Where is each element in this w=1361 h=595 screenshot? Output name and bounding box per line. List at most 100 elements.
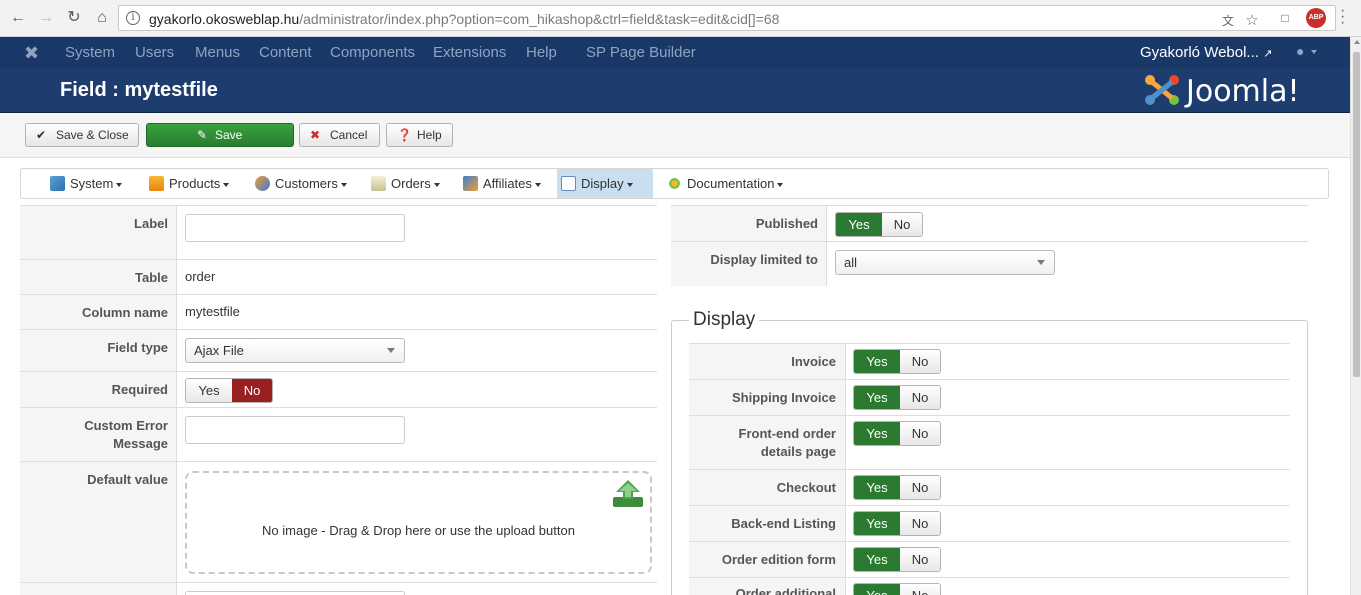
translate-icon[interactable]: 文 (1219, 12, 1237, 30)
joomla-icon[interactable]: ✖ (24, 43, 39, 64)
row-required: Required Yes No (20, 372, 657, 408)
order-additional-no[interactable]: No (900, 584, 940, 595)
file-dropzone[interactable]: No image - Drag & Drop here or use the u… (185, 471, 652, 574)
user-icon[interactable]: ● (1296, 43, 1318, 59)
display-icon (561, 176, 576, 191)
hk-menu-documentation-label: Documentation (687, 176, 775, 191)
order-edition-form-no[interactable]: No (900, 548, 940, 571)
checkout-yes[interactable]: Yes (854, 476, 900, 499)
invoice-toggle[interactable]: Yes No (853, 349, 941, 374)
published-no[interactable]: No (882, 213, 922, 236)
hk-menu-products[interactable]: Products (145, 169, 230, 198)
info-icon[interactable]: i (126, 11, 140, 25)
field-type-value: Ajax File (194, 343, 244, 358)
published-yes[interactable]: Yes (836, 213, 882, 236)
customers-icon (255, 176, 270, 191)
affiliates-icon (463, 176, 478, 191)
row-table: Table order (20, 260, 657, 295)
browser-menu-icon[interactable]: · · · (1340, 3, 1345, 31)
hk-menu-customers-label: Customers (275, 176, 338, 191)
shipping-invoice-yes[interactable]: Yes (854, 386, 900, 409)
nav-content[interactable]: Content (259, 44, 312, 61)
frontend-order-toggle[interactable]: Yes No (853, 421, 941, 446)
scroll-thumb[interactable] (1353, 52, 1360, 377)
hk-menu-affiliates-label: Affiliates (483, 176, 532, 191)
star-icon[interactable]: ☆ (1243, 12, 1261, 30)
hk-menu-system[interactable]: System (46, 169, 123, 198)
hk-menu-documentation[interactable]: Documentation (663, 169, 784, 198)
back-icon[interactable]: ← (8, 8, 28, 28)
invoice-yes[interactable]: Yes (854, 350, 900, 373)
custom-error-input[interactable] (185, 416, 405, 444)
required-no[interactable]: No (232, 379, 272, 402)
column-name-value: mytestfile (185, 304, 240, 319)
scroll-up-icon[interactable] (1354, 40, 1360, 44)
checkout-toggle[interactable]: Yes No (853, 475, 941, 500)
column-name-label: Column name (20, 295, 177, 329)
upload-icon[interactable] (612, 479, 644, 509)
frontend-order-yes[interactable]: Yes (854, 422, 900, 445)
adblock-icon[interactable]: ABP (1306, 8, 1326, 28)
display-limited-select[interactable]: all (835, 250, 1055, 275)
checkout-label: Checkout (689, 470, 846, 505)
backend-listing-toggle[interactable]: Yes No (853, 511, 941, 536)
external-link-icon: ↗ (1263, 48, 1273, 60)
required-toggle[interactable]: Yes No (185, 378, 273, 403)
page-scrollbar[interactable] (1350, 37, 1361, 595)
row-label: Label (20, 206, 657, 260)
hk-menu-orders[interactable]: Orders (367, 169, 440, 198)
joomla-logo-icon (1145, 75, 1179, 105)
backend-listing-yes[interactable]: Yes (854, 512, 900, 535)
order-edition-form-toggle[interactable]: Yes No (853, 547, 941, 572)
nav-menus[interactable]: Menus (195, 44, 240, 61)
nav-users[interactable]: Users (135, 44, 174, 61)
reload-icon[interactable]: ↻ (64, 8, 84, 28)
nav-components[interactable]: Components (330, 44, 415, 61)
pdf-extension-icon[interactable]: □ (1276, 9, 1294, 27)
checkout-no[interactable]: No (900, 476, 940, 499)
required-yes[interactable]: Yes (186, 379, 232, 402)
invoice-no[interactable]: No (900, 350, 940, 373)
hk-menu-customers[interactable]: Customers (251, 169, 347, 198)
question-icon: ❓ (397, 128, 412, 142)
nav-extensions[interactable]: Extensions (433, 44, 506, 61)
nav-sp-page-builder[interactable]: SP Page Builder (586, 44, 696, 61)
published-toggle[interactable]: Yes No (835, 212, 923, 237)
hk-menu-affiliates[interactable]: Affiliates (459, 169, 541, 198)
required-label: Required (20, 372, 177, 407)
table-value: order (185, 269, 216, 284)
hikashop-menu: System Products Customers Orders Affilia… (20, 168, 1329, 199)
display-limited-value: all (844, 255, 858, 270)
address-bar[interactable]: i gyakorlo.okosweblap.hu/administrator/i… (118, 5, 1336, 31)
forward-icon[interactable]: → (36, 8, 56, 28)
nav-help[interactable]: Help (526, 44, 557, 61)
backend-listing-no[interactable]: No (900, 512, 940, 535)
order-additional-yes[interactable]: Yes (854, 584, 900, 595)
save-button[interactable]: ✎ Save (146, 123, 294, 147)
nav-system[interactable]: System (65, 44, 115, 61)
hk-menu-display[interactable]: Display (557, 169, 653, 198)
products-icon (149, 176, 164, 191)
chevron-down-icon (387, 348, 395, 353)
row-backend-listing: Back-end Listing Yes No (689, 506, 1290, 542)
field-type-select[interactable]: Ajax File (185, 338, 405, 363)
order-edition-form-yes[interactable]: Yes (854, 548, 900, 571)
label-input[interactable] (185, 214, 405, 242)
frontend-order-label-line1: Front-end order (738, 426, 837, 441)
site-link[interactable]: Gyakorló Webol... ↗ (1140, 44, 1272, 61)
hk-menu-products-label: Products (169, 176, 221, 191)
next-row-input[interactable] (185, 591, 405, 595)
cancel-icon: ✖ (310, 128, 321, 142)
home-icon[interactable]: ⌂ (92, 8, 112, 28)
label-label: Label (20, 206, 177, 259)
help-label: Help (417, 128, 442, 142)
frontend-order-label: Front-end order details page (689, 416, 846, 469)
shipping-invoice-no[interactable]: No (900, 386, 940, 409)
backend-listing-label: Back-end Listing (689, 506, 846, 541)
order-additional-toggle[interactable]: YesNo (853, 583, 941, 595)
help-button[interactable]: ❓ Help (386, 123, 453, 147)
shipping-invoice-toggle[interactable]: Yes No (853, 385, 941, 410)
frontend-order-no[interactable]: No (900, 422, 940, 445)
cancel-button[interactable]: ✖ Cancel (299, 123, 380, 147)
save-close-button[interactable]: ✔ Save & Close (25, 123, 139, 147)
